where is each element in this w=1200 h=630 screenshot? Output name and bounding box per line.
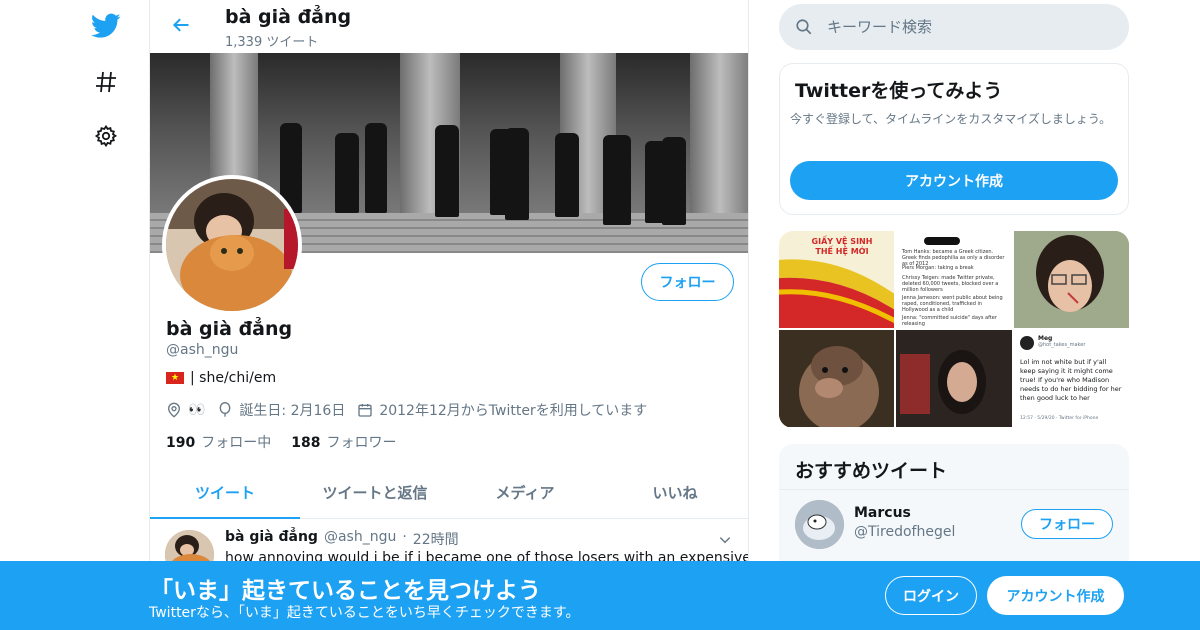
follow-button[interactable]: フォロー [641, 263, 734, 301]
login-button[interactable]: ログイン [885, 576, 977, 615]
media-tile-6-handle: @hot_takes_maker [1038, 342, 1086, 348]
signup-button[interactable]: アカウント作成 [987, 576, 1124, 615]
media-tile[interactable]: Meg @hot_takes_maker Lol im not white bu… [1014, 330, 1129, 427]
location-item: 👀 [166, 402, 205, 418]
right-sidebar: Twitterを使ってみよう 今すぐ登録して、タイムラインをカスタマイズしましょ… [779, 0, 1129, 630]
signup-card: Twitterを使ってみよう 今すぐ登録して、タイムラインをカスタマイズしましょ… [779, 63, 1129, 215]
profile-tabs: ツイート ツイートと返信 メディア いいね [150, 466, 748, 519]
bottom-bar-subtitle: Twitterなら、「いま」起きていることをいち早くチェックできます。 [149, 605, 580, 621]
media-tile[interactable]: GIẤY VỆ SINH THẾ HỆ MỚI [779, 231, 894, 328]
recommended-follow-button[interactable]: フォロー [1021, 509, 1113, 539]
following-stat[interactable]: 190 フォロー中 [166, 432, 271, 452]
recommended-user-handle[interactable]: @Tiredofhegel [854, 524, 955, 540]
back-arrow-icon[interactable] [168, 12, 194, 38]
media-grid: GIẤY VỆ SINH THẾ HỆ MỚI Tom Hanks: becam… [779, 231, 1129, 428]
media-tile-6-text: Lol im not white but if y'all keep sayin… [1020, 358, 1122, 402]
profile-handle: @ash_ngu [166, 342, 239, 358]
birthday-text: 誕生日: 2月16日 [239, 403, 346, 419]
bio-text: | she/chi/em [190, 370, 277, 386]
profile-header-bar: bà già đẳng 1,339 ツイート [150, 0, 748, 53]
tweet-time[interactable]: 22時間 [413, 529, 459, 549]
recommended-user-name[interactable]: Marcus [854, 505, 911, 521]
signup-card-title: Twitterを使ってみよう [795, 80, 1003, 102]
tweet-dot: · [402, 529, 407, 545]
recommended-title: おすすめツイート [795, 460, 948, 482]
media-tile-6-footer: 12:57 · 5/29/20 · Twitter for iPhone [1020, 416, 1099, 421]
media-tile-2-line-5: Jenna: "committed suicide" days after re… [902, 315, 997, 327]
media-tile[interactable] [779, 330, 894, 427]
media-tile-6-name: Meg [1038, 335, 1053, 342]
chevron-down-icon[interactable] [718, 532, 732, 551]
tab-tweets-replies[interactable]: ツイートと返信 [300, 466, 450, 518]
page: bà già đẳng 1,339 ツイート フォロー bà già đẳng … [0, 0, 1200, 630]
media-tile-2-line-4: Jenna Jameson: went public about being r… [902, 295, 1003, 313]
media-tile[interactable]: Tom Hanks: became a Greek citizen. Greek… [896, 231, 1012, 328]
joined-text: 2012年12月からTwitterを利用しています [379, 403, 648, 419]
profile-avatar[interactable] [162, 175, 302, 315]
search-icon [796, 19, 812, 35]
location-pin-icon [167, 402, 181, 418]
signup-bottom-bar: 「いま」起きていることを見つけよう Twitterなら、「いま」起きていることを… [0, 561, 1200, 630]
tab-likes[interactable]: いいね [600, 466, 748, 518]
create-account-button[interactable]: アカウント作成 [790, 161, 1118, 200]
tab-media[interactable]: メディア [450, 466, 600, 518]
balloon-icon [220, 402, 231, 417]
header-tweet-count: 1,339 ツイート [225, 35, 319, 50]
profile-bio: ★ | she/chi/em [166, 370, 276, 386]
tweet-author-handle[interactable]: @ash_ngu [324, 529, 396, 549]
signup-card-text: 今すぐ登録して、タイムラインをカスタマイズしましょう。 [790, 112, 1112, 126]
profile-column: bà già đẳng 1,339 ツイート フォロー bà già đẳng … [149, 0, 749, 630]
profile-meta: 👀 誕生日: 2月16日 2012年12月からTwitterを利用しています [166, 400, 659, 420]
hashtag-icon[interactable] [88, 64, 124, 100]
profile-name: bà già đẳng [166, 318, 293, 340]
divider [779, 489, 1129, 490]
media-tile[interactable] [896, 330, 1012, 427]
profile-stats: 190 フォロー中 188 フォロワー [166, 432, 416, 452]
calendar-icon [358, 404, 372, 417]
header-title: bà già đẳng [225, 6, 352, 28]
birthday-item: 誕生日: 2月16日 [217, 400, 345, 420]
followers-stat[interactable]: 188 フォロワー [291, 432, 396, 452]
media-tile-1-text: GIẤY VỆ SINH THẾ HỆ MỚI [811, 237, 873, 256]
media-tile-2-line-2: Piers Morgan: taking a break [902, 265, 974, 271]
tab-tweets[interactable]: ツイート [150, 466, 300, 519]
location-text: 👀 [188, 402, 206, 418]
bottom-bar-title: 「いま」起きていることを見つけよう [150, 578, 541, 604]
left-nav [78, 0, 148, 630]
search-input[interactable] [827, 18, 1097, 36]
joined-item: 2012年12月からTwitterを利用しています [357, 400, 647, 420]
media-tile-2-line-3: Chrissy Teigen: made Twitter private, de… [902, 275, 999, 293]
twitter-logo-icon[interactable] [88, 8, 124, 44]
tweet-author-name[interactable]: bà già đẳng [225, 529, 318, 549]
tweet-header: bà già đẳng @ash_ngu · 22時間 [225, 529, 459, 549]
search-box [779, 4, 1129, 50]
vietnam-flag-icon: ★ [166, 372, 184, 384]
gear-icon[interactable] [88, 118, 124, 154]
recommended-avatar[interactable] [795, 500, 844, 549]
media-tile[interactable] [1014, 231, 1129, 328]
